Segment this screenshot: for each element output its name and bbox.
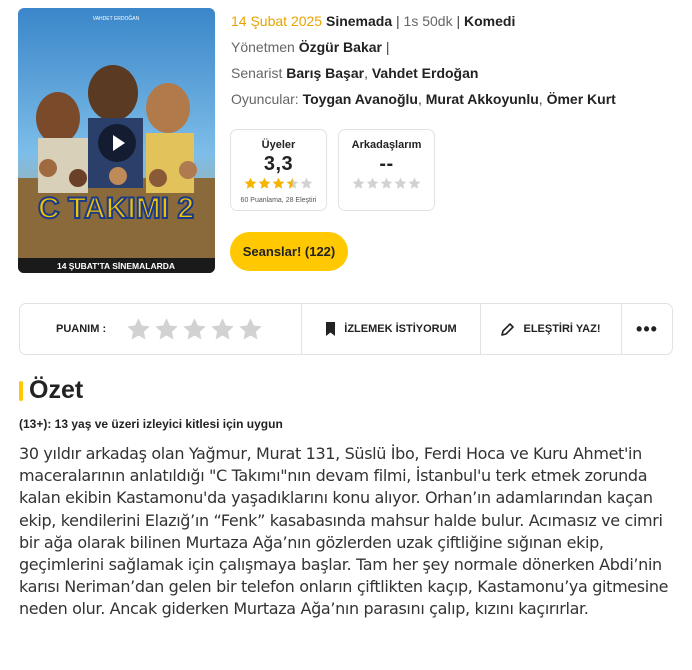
cast-member[interactable]: Toygan Avanoğlu: [303, 91, 418, 107]
star-icon: [286, 177, 299, 189]
friends-score-value: --: [379, 153, 394, 175]
director-label: Yönetmen: [231, 39, 295, 55]
pencil-icon: [501, 323, 515, 336]
play-trailer-button[interactable]: [98, 124, 136, 162]
cast-member[interactable]: Ömer Kurt: [547, 91, 616, 107]
writer-label: Senarist: [231, 65, 283, 81]
rating-star-icon[interactable]: [238, 317, 263, 342]
my-rating: PUANIM :: [20, 304, 302, 354]
genre[interactable]: Komedi: [464, 13, 515, 29]
write-review-button[interactable]: ELEŞTİRİ YAZ!: [481, 304, 622, 354]
action-bar: PUANIM : İZLEMEK İSTİYORUM ELEŞTİRİ YAZ!…: [19, 303, 673, 355]
star-icon: [394, 177, 407, 189]
cast-member[interactable]: Murat Akkoyunlu: [426, 91, 539, 107]
users-score-value: 3,3: [263, 153, 294, 175]
release-date[interactable]: 14 Şubat 2025: [231, 13, 322, 29]
summary-title: Özet: [29, 376, 84, 404]
release-line: 14 Şubat 2025 Sinemada | 1s 50dk | Komed…: [231, 13, 516, 29]
bookmark-icon: [326, 322, 336, 336]
rating-star-icon[interactable]: [154, 317, 179, 342]
movie-info: 14 Şubat 2025 Sinemada | 1s 50dk | Komed…: [231, 12, 681, 116]
star-icon: [380, 177, 393, 189]
rating-star-icon[interactable]: [126, 317, 151, 342]
rating-stars[interactable]: [126, 317, 263, 342]
users-score-card[interactable]: Üyeler 3,3 60 Puanlama, 28 Eleştiri: [230, 129, 327, 211]
star-icon: [300, 177, 313, 189]
more-options-button[interactable]: •••: [622, 304, 672, 354]
star-icon: [408, 177, 421, 189]
writer-name[interactable]: Barış Başar: [286, 65, 364, 81]
duration: 1s 50dk: [403, 13, 453, 29]
friends-score-title: Arkadaşlarım: [351, 139, 422, 151]
star-icon: [258, 177, 271, 189]
write-review-label: ELEŞTİRİ YAZ!: [523, 323, 601, 335]
rating-star-icon[interactable]: [210, 317, 235, 342]
director-name[interactable]: Özgür Bakar: [299, 39, 382, 55]
director-line: Yönetmen Özgür Bakar |: [231, 39, 390, 55]
movie-poster[interactable]: VAHDET ERDOĞAN C TAKIMI 2 14 ŞUBAT'TA Sİ…: [18, 8, 215, 273]
friends-score-card[interactable]: Arkadaşlarım --: [338, 129, 435, 211]
more-icon: •••: [636, 318, 658, 339]
users-score-subtitle: 60 Puanlama, 28 Eleştiri: [240, 197, 317, 204]
writer-line: Senarist Barış Başar, Vahdet Erdoğan: [231, 65, 479, 81]
cast-line: Oyuncular: Toygan Avanoğlu, Murat Akkoyu…: [231, 91, 616, 107]
friends-star-rating: [352, 177, 421, 190]
star-icon: [244, 177, 257, 189]
showtimes-button[interactable]: Seanslar! (122): [230, 232, 348, 271]
heading-accent-bar: [19, 380, 23, 401]
summary-description: 30 yıldır arkadaş olan Yağmur, Murat 131…: [19, 444, 669, 619]
release-place: Sinemada: [325, 13, 393, 29]
writer-name[interactable]: Vahdet Erdoğan: [372, 65, 479, 81]
watchlist-button[interactable]: İZLEMEK İSTİYORUM: [302, 304, 481, 354]
star-icon: [366, 177, 379, 189]
users-star-rating: [244, 177, 313, 190]
poster-release-banner: 14 ŞUBAT'TA SİNEMALARDA: [57, 261, 175, 271]
summary-heading: Özet: [19, 376, 83, 405]
poster-title-text: C TAKIMI 2: [38, 192, 194, 225]
watchlist-label: İZLEMEK İSTİYORUM: [344, 323, 457, 335]
rating-star-icon[interactable]: [182, 317, 207, 342]
age-rating: (13+): 13 yaş ve üzeri izleyici kitlesi …: [19, 417, 283, 431]
users-score-title: Üyeler: [261, 139, 296, 151]
star-icon: [352, 177, 365, 189]
cast-label: Oyuncular:: [231, 91, 299, 107]
poster-director-text: VAHDET ERDOĞAN: [93, 15, 140, 22]
my-rating-label: PUANIM :: [56, 323, 107, 335]
star-icon: [272, 177, 285, 189]
